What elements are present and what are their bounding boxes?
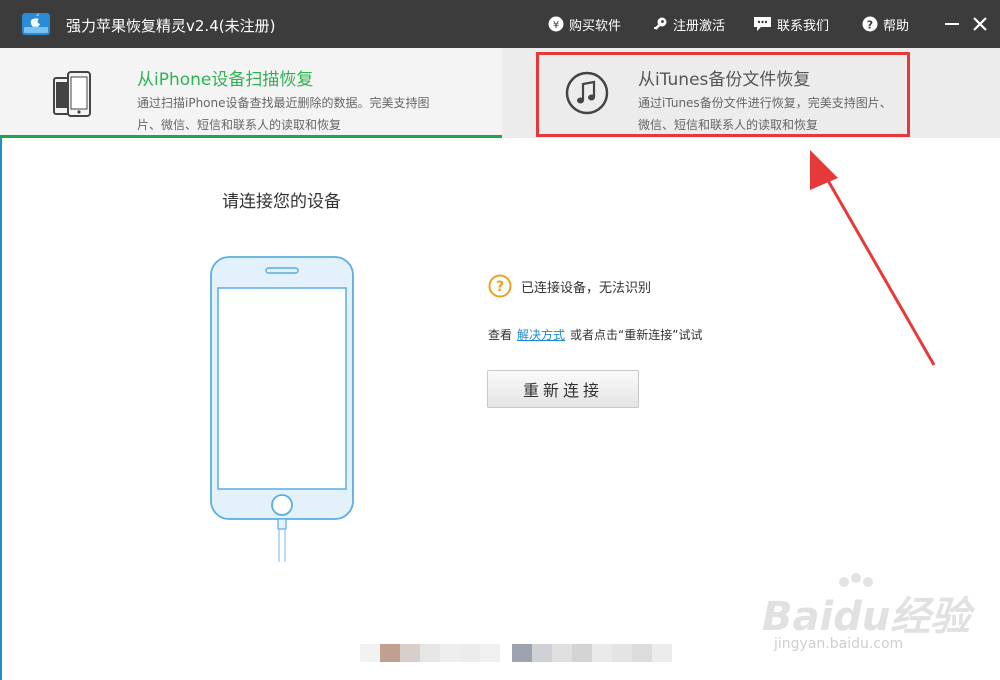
- tab-itunes-backup[interactable]: 从iTunes备份文件恢复 通过iTunes备份文件进行恢复，完美支持图片、微信…: [502, 48, 1000, 138]
- register-activate-button[interactable]: 注册激活: [652, 14, 725, 34]
- minimize-icon[interactable]: [944, 16, 960, 32]
- help-suffix: 或者点击“重新连接”试试: [570, 328, 703, 342]
- device-status-text: 已连接设备，无法识别: [521, 280, 652, 296]
- svg-text:?: ?: [867, 19, 873, 32]
- tab-itunes-backup-desc: 通过iTunes备份文件进行恢复，完美支持图片、微信、短信和联系人的读取和恢复: [638, 96, 892, 132]
- app-title: 强力苹果恢复精灵v2.4(未注册): [66, 17, 276, 35]
- mode-tabs: 从iPhone设备扫描恢复 通过扫描iPhone设备查找最近删除的数据。完美支持…: [0, 48, 1000, 138]
- help-button[interactable]: ? 帮助: [862, 14, 909, 34]
- music-note-icon: [565, 71, 609, 115]
- register-activate-label: 注册激活: [673, 18, 726, 34]
- question-icon: ?: [862, 16, 878, 32]
- key-icon: [652, 16, 668, 32]
- tab-iphone-scan-title: 从iPhone设备扫描恢复: [137, 70, 314, 90]
- help-label: 帮助: [883, 18, 910, 34]
- annotation-arrow: [810, 150, 936, 366]
- tab-iphone-scan-desc: 通过扫描iPhone设备查找最近删除的数据。完美支持图片、微信、短信和联系人的读…: [137, 96, 430, 132]
- solution-link[interactable]: 解决方式: [517, 328, 565, 342]
- window-border: [0, 138, 2, 680]
- connect-device-title: 请连接您的设备: [222, 192, 341, 212]
- device-status: ? 已连接设备，无法识别: [488, 273, 651, 299]
- title-bar: 强力苹果恢复精灵v2.4(未注册) ¥ 购买软件 注册激活 联系我们 ? 帮助: [0, 0, 1000, 48]
- chat-icon: [753, 16, 772, 32]
- reconnect-button[interactable]: 重新连接: [487, 370, 639, 408]
- blurred-text-right: [512, 644, 672, 662]
- buy-software-button[interactable]: ¥ 购买软件: [548, 14, 621, 34]
- iphone-illustration: [210, 256, 354, 562]
- warning-question-icon: ?: [488, 274, 512, 298]
- phones-icon: [53, 71, 91, 117]
- watermark-main: Baidu经验: [762, 594, 971, 640]
- tab-iphone-scan[interactable]: 从iPhone设备扫描恢复 通过扫描iPhone设备查找最近删除的数据。完美支持…: [0, 48, 502, 138]
- watermark: Baidu经验 jingyan.baidu.com: [752, 572, 992, 662]
- app-logo-icon: [22, 13, 50, 35]
- tab-itunes-backup-title: 从iTunes备份文件恢复: [638, 70, 811, 90]
- svg-text:?: ?: [496, 279, 504, 295]
- help-prefix: 查看: [488, 328, 513, 342]
- svg-text:¥: ¥: [553, 20, 559, 31]
- buy-software-label: 购买软件: [569, 18, 622, 34]
- yen-icon: ¥: [548, 16, 564, 32]
- contact-us-button[interactable]: 联系我们: [753, 14, 829, 34]
- help-hint: 查看 解决方式 或者点击“重新连接”试试: [488, 326, 702, 343]
- close-icon[interactable]: [970, 14, 990, 34]
- watermark-sub: jingyan.baidu.com: [774, 636, 904, 652]
- contact-us-label: 联系我们: [777, 18, 830, 34]
- blurred-text-left: [360, 644, 500, 662]
